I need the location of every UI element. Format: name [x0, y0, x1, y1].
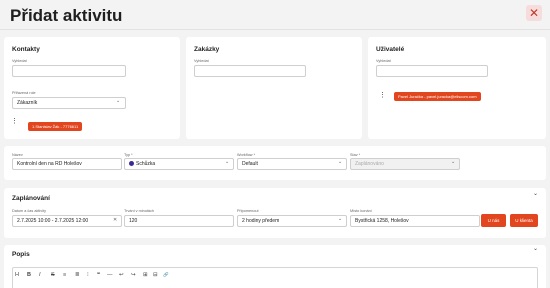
state-label: Stav * [350, 153, 361, 157]
horizontal-rule-icon[interactable]: — [107, 272, 113, 278]
state-select[interactable]: Zaplánováno [350, 158, 460, 170]
bold-icon[interactable]: B [27, 272, 31, 278]
strikethrough-icon[interactable]: S [51, 272, 55, 278]
page-title: Přidat aktivitu [10, 6, 123, 25]
close-icon[interactable]: ✕ [113, 217, 117, 223]
table-remove-icon[interactable]: ⊟ [153, 272, 158, 278]
chevron-down-icon[interactable]: ⌄ [533, 245, 538, 252]
orders-search-label: Vyhledat [194, 59, 209, 63]
role-select[interactable]: Zákazník [12, 97, 126, 109]
type-dot [129, 161, 134, 166]
type-select[interactable]: Schůzka [124, 158, 234, 170]
duration-input[interactable]: 120 [124, 215, 234, 227]
place-label: Místo konání [350, 209, 372, 213]
orders-search-input[interactable] [194, 65, 306, 77]
planning-card: Zaplánování ⌄ Datum a čas aktivity 2.7.2… [4, 188, 546, 238]
details-card: Název Kontrolní den na RD Holešov Typ * … [4, 146, 546, 180]
contacts-title: Kontakty [12, 46, 40, 53]
planning-title: Zaplánování [12, 195, 50, 202]
users-title: Uživatelé [376, 46, 405, 53]
name-label: Název [12, 153, 23, 157]
at-our-place-button[interactable]: U nás [481, 214, 506, 227]
reminder-select[interactable]: 2 hodiny předem [237, 215, 347, 227]
duration-label: Trvání v minutách [124, 209, 155, 213]
at-client-button[interactable]: U klienta [510, 214, 538, 227]
bullet-list-icon[interactable]: ≡ [63, 272, 66, 278]
orders-card: Zakázky Vyhledat [186, 37, 362, 139]
workflow-label: Workflow * [237, 153, 256, 157]
chevron-down-icon: ⌄ [451, 159, 456, 165]
users-card: Uživatelé Vyhledat ⋮ Pavel Juračka - pav… [368, 37, 546, 139]
type-value: Schůzka [136, 161, 156, 167]
chevron-down-icon: ⌄ [225, 159, 230, 165]
heading-icon[interactable]: H [15, 272, 19, 278]
italic-icon[interactable]: I [39, 272, 41, 278]
type-label: Typ * [124, 153, 133, 157]
name-input[interactable]: Kontrolní den na RD Holešov [12, 158, 122, 170]
close-icon[interactable]: ✕ [526, 5, 542, 21]
chevron-down-icon: ⌄ [338, 159, 343, 165]
quote-icon[interactable]: ❝ [97, 272, 100, 278]
workflow-select[interactable]: Default [237, 158, 347, 170]
role-label: Přiřazená role [12, 91, 36, 95]
redo-icon[interactable]: ↪ [131, 272, 136, 278]
date-label: Datum a čas aktivity [12, 209, 46, 213]
orders-title: Zakázky [194, 46, 220, 53]
undo-icon[interactable]: ↩ [119, 272, 124, 278]
reminder-label: Připomenout [237, 209, 259, 213]
user-chip[interactable]: Pavel Juračka - pavel.juracka@eliscom.co… [394, 92, 481, 101]
contacts-search-input[interactable] [12, 65, 126, 77]
header-divider [0, 29, 550, 30]
chevron-down-icon: ⌄ [116, 98, 121, 104]
users-search-label: Vyhledat [376, 59, 391, 63]
more-icon[interactable]: ⋮ [11, 118, 18, 125]
description-title: Popis [12, 251, 30, 258]
link-icon[interactable]: 🔗 [163, 272, 169, 278]
chevron-down-icon: ⌄ [338, 216, 343, 222]
editor-area[interactable] [12, 267, 538, 288]
place-input[interactable]: Bystřická 1258, Holešov [350, 215, 480, 227]
contacts-search-label: Vyhledat [12, 59, 27, 63]
description-card: Popis ⌄ [4, 245, 546, 288]
contact-chip[interactable]: 1.Stanislav Žák - 7776611 [28, 122, 83, 131]
date-input[interactable]: 2.7.2025 10:00 - 2.7.2025 12:00 [12, 215, 122, 227]
users-search-input[interactable] [376, 65, 488, 77]
more-icon[interactable]: ⋮ [379, 92, 386, 99]
indent-icon[interactable]: ⁝ [87, 272, 89, 278]
chevron-down-icon[interactable]: ⌄ [533, 190, 538, 197]
table-icon[interactable]: ⊞ [143, 272, 148, 278]
contacts-card: Kontakty Vyhledat Přiřazená role Zákazní… [4, 37, 180, 139]
numbered-list-icon[interactable]: ≣ [75, 272, 80, 278]
